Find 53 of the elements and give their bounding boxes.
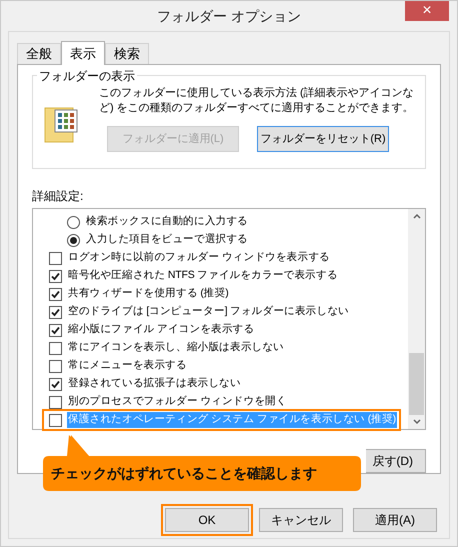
item-label: 常にメニューを表示する bbox=[67, 358, 188, 374]
checkbox[interactable] bbox=[49, 342, 62, 354]
checkbox[interactable] bbox=[49, 396, 62, 408]
settings-item[interactable]: 共有ウィザードを使用する (推奨) bbox=[49, 285, 230, 303]
advanced-label: 詳細設定: bbox=[32, 188, 84, 205]
item-label: 入力した項目をビューで選択する bbox=[85, 232, 250, 248]
checkbox[interactable] bbox=[49, 414, 62, 426]
close-button[interactable]: × bbox=[405, 1, 449, 21]
scroll-down-icon[interactable] bbox=[412, 419, 420, 425]
settings-item[interactable]: 常にアイコンを表示し、縮小版は表示しない bbox=[49, 339, 286, 357]
tab[interactable]: 検索 bbox=[105, 43, 149, 64]
tab[interactable]: 全般 bbox=[17, 43, 61, 64]
settings-item[interactable]: 暗号化や圧縮された NTFS ファイルをカラーで表示する bbox=[49, 267, 339, 285]
group-title: フォルダーの表示 bbox=[37, 67, 137, 85]
checkbox[interactable] bbox=[49, 306, 62, 318]
description: このフォルダーに使用している表示方法 (詳細表示やアイコンなど) をこの種類のフォルダーすべてに適用することができます。 bbox=[99, 86, 415, 116]
settings-item[interactable]: 縮小版にファイル アイコンを表示する bbox=[49, 321, 256, 339]
checkbox[interactable] bbox=[49, 252, 62, 264]
radio-button[interactable] bbox=[67, 234, 80, 246]
scroll-up-icon[interactable] bbox=[412, 213, 420, 219]
settings-item[interactable]: 入力した項目をビューで選択する bbox=[67, 231, 250, 249]
item-label: 共有ウィザードを使用する (推奨) bbox=[67, 286, 230, 302]
checkbox[interactable] bbox=[49, 360, 62, 372]
settings-item[interactable]: 常にメニューを表示する bbox=[49, 357, 188, 375]
item-label: 縮小版にファイル アイコンを表示する bbox=[67, 322, 256, 338]
settings-item[interactable]: 検索ボックスに自動的に入力する bbox=[67, 213, 250, 231]
checkbox[interactable] bbox=[49, 324, 62, 336]
item-label: ログオン時に以前のフォルダー ウィンドウを表示する bbox=[67, 250, 331, 266]
settings-item[interactable]: 別のプロセスでフォルダー ウィンドウを開く bbox=[49, 393, 288, 411]
item-label: 保護されたオペレーティング システム ファイルを表示しない (推奨) bbox=[67, 412, 397, 428]
scroll-thumb[interactable] bbox=[409, 353, 424, 415]
window-title: フォルダー オプション bbox=[157, 6, 301, 26]
tab[interactable]: 表示 bbox=[61, 41, 105, 65]
settings-item[interactable]: 登録されている拡張子は表示しない bbox=[49, 375, 242, 393]
scrollbar[interactable] bbox=[408, 209, 425, 429]
item-label: 空のドライブは [コンピューター] フォルダーに表示しない bbox=[67, 304, 350, 320]
checkbox[interactable] bbox=[49, 288, 62, 300]
checkbox[interactable] bbox=[49, 270, 62, 282]
settings-item[interactable]: ログオン時に以前のフォルダー ウィンドウを表示する bbox=[49, 249, 331, 267]
item-label: 別のプロセスでフォルダー ウィンドウを開く bbox=[67, 394, 288, 410]
dialog-button[interactable]: OK bbox=[165, 508, 249, 532]
folder-button[interactable]: フォルダーをリセット(R) bbox=[257, 126, 389, 152]
radio-button[interactable] bbox=[67, 216, 80, 228]
item-label: 暗号化や圧縮された NTFS ファイルをカラーで表示する bbox=[67, 268, 339, 284]
settings-item[interactable]: 空のドライブは [コンピューター] フォルダーに表示しない bbox=[49, 303, 350, 321]
item-label: 登録されている拡張子は表示しない bbox=[67, 376, 242, 392]
item-label: 検索ボックスに自動的に入力する bbox=[85, 214, 250, 230]
restore-defaults-button[interactable]: 戻す(D) bbox=[366, 449, 426, 473]
dialog-button[interactable]: 適用(A) bbox=[353, 508, 437, 532]
item-label: 常にアイコンを表示し、縮小版は表示しない bbox=[67, 340, 286, 356]
callout: チェックがはずれていることを確認します bbox=[43, 435, 361, 491]
checkbox[interactable] bbox=[49, 378, 62, 390]
dialog-button[interactable]: キャンセル bbox=[259, 508, 343, 532]
